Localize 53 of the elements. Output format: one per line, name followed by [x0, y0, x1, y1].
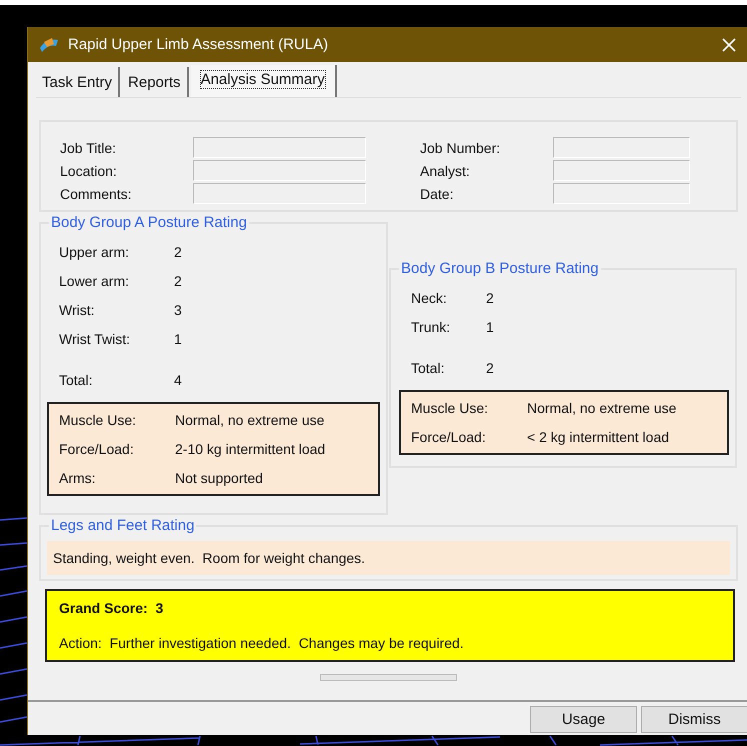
legs-rating-text: Standing, weight even. Room for weight changes.	[47, 541, 730, 575]
score-label: Lower arm:	[59, 273, 130, 289]
factor-value: Not supported	[175, 470, 264, 486]
window-title: Rapid Upper Limb Assessment (RULA)	[68, 36, 330, 53]
tab[interactable]: Task Entry	[36, 67, 120, 97]
field-label: Date:	[420, 186, 454, 202]
grand-score: Grand Score: 3	[59, 600, 164, 616]
input-field[interactable]	[553, 183, 690, 204]
score-value: 2	[486, 360, 495, 376]
score-value: 4	[174, 372, 183, 388]
group-title: Legs and Feet Rating	[49, 517, 196, 534]
score-value: 2	[174, 244, 183, 260]
score-label: Upper arm:	[59, 244, 130, 260]
score-label: Wrist Twist:	[59, 331, 132, 347]
input-field[interactable]	[193, 183, 366, 204]
app-icon	[38, 36, 60, 54]
field-label: Job Title:	[60, 140, 118, 156]
score-label: Wrist:	[59, 302, 96, 318]
score-label: Trunk:	[411, 319, 452, 335]
factor-label: Force/Load:	[411, 429, 487, 445]
input-field[interactable]	[193, 137, 366, 158]
dialog-button[interactable]: Usage	[530, 706, 637, 733]
field-label: Comments:	[60, 186, 133, 202]
score-label: Total:	[411, 360, 446, 376]
tab[interactable]: Reports	[122, 67, 189, 97]
factor-label: Arms:	[59, 470, 97, 486]
score-value: 2	[486, 290, 495, 306]
group-title: Body Group B Posture Rating	[399, 260, 601, 277]
field-label: Analyst:	[420, 162, 471, 178]
factor-value: 2-10 kg intermittent load	[175, 441, 326, 457]
factor-label: Muscle Use:	[59, 412, 138, 428]
field-label: Job Number:	[420, 140, 502, 156]
score-value: 1	[174, 331, 183, 347]
score-value: 2	[174, 273, 183, 289]
action-text: Action: Further investigation needed. Changes may be required.	[59, 635, 465, 651]
factor-value: < 2 kg intermittent load	[527, 429, 670, 445]
close-icon[interactable]	[722, 38, 736, 52]
factor-label: Muscle Use:	[411, 400, 490, 416]
input-field[interactable]	[193, 160, 366, 181]
group-title: Body Group A Posture Rating	[49, 214, 249, 231]
score-label: Neck:	[411, 290, 448, 306]
scroll-bar[interactable]	[320, 674, 457, 681]
score-value: 3	[174, 302, 183, 318]
dialog-button[interactable]: Dismiss	[641, 706, 747, 733]
factor-value: Normal, no extreme use	[175, 412, 326, 428]
input-field[interactable]	[553, 137, 690, 158]
tab[interactable]: Analysis Summary	[190, 65, 337, 97]
factor-value: Normal, no extreme use	[527, 400, 678, 416]
score-label: Total:	[59, 372, 94, 388]
score-value: 1	[486, 319, 495, 335]
field-label: Location:	[60, 162, 118, 178]
factor-label: Force/Load:	[59, 441, 135, 457]
input-field[interactable]	[553, 160, 690, 181]
